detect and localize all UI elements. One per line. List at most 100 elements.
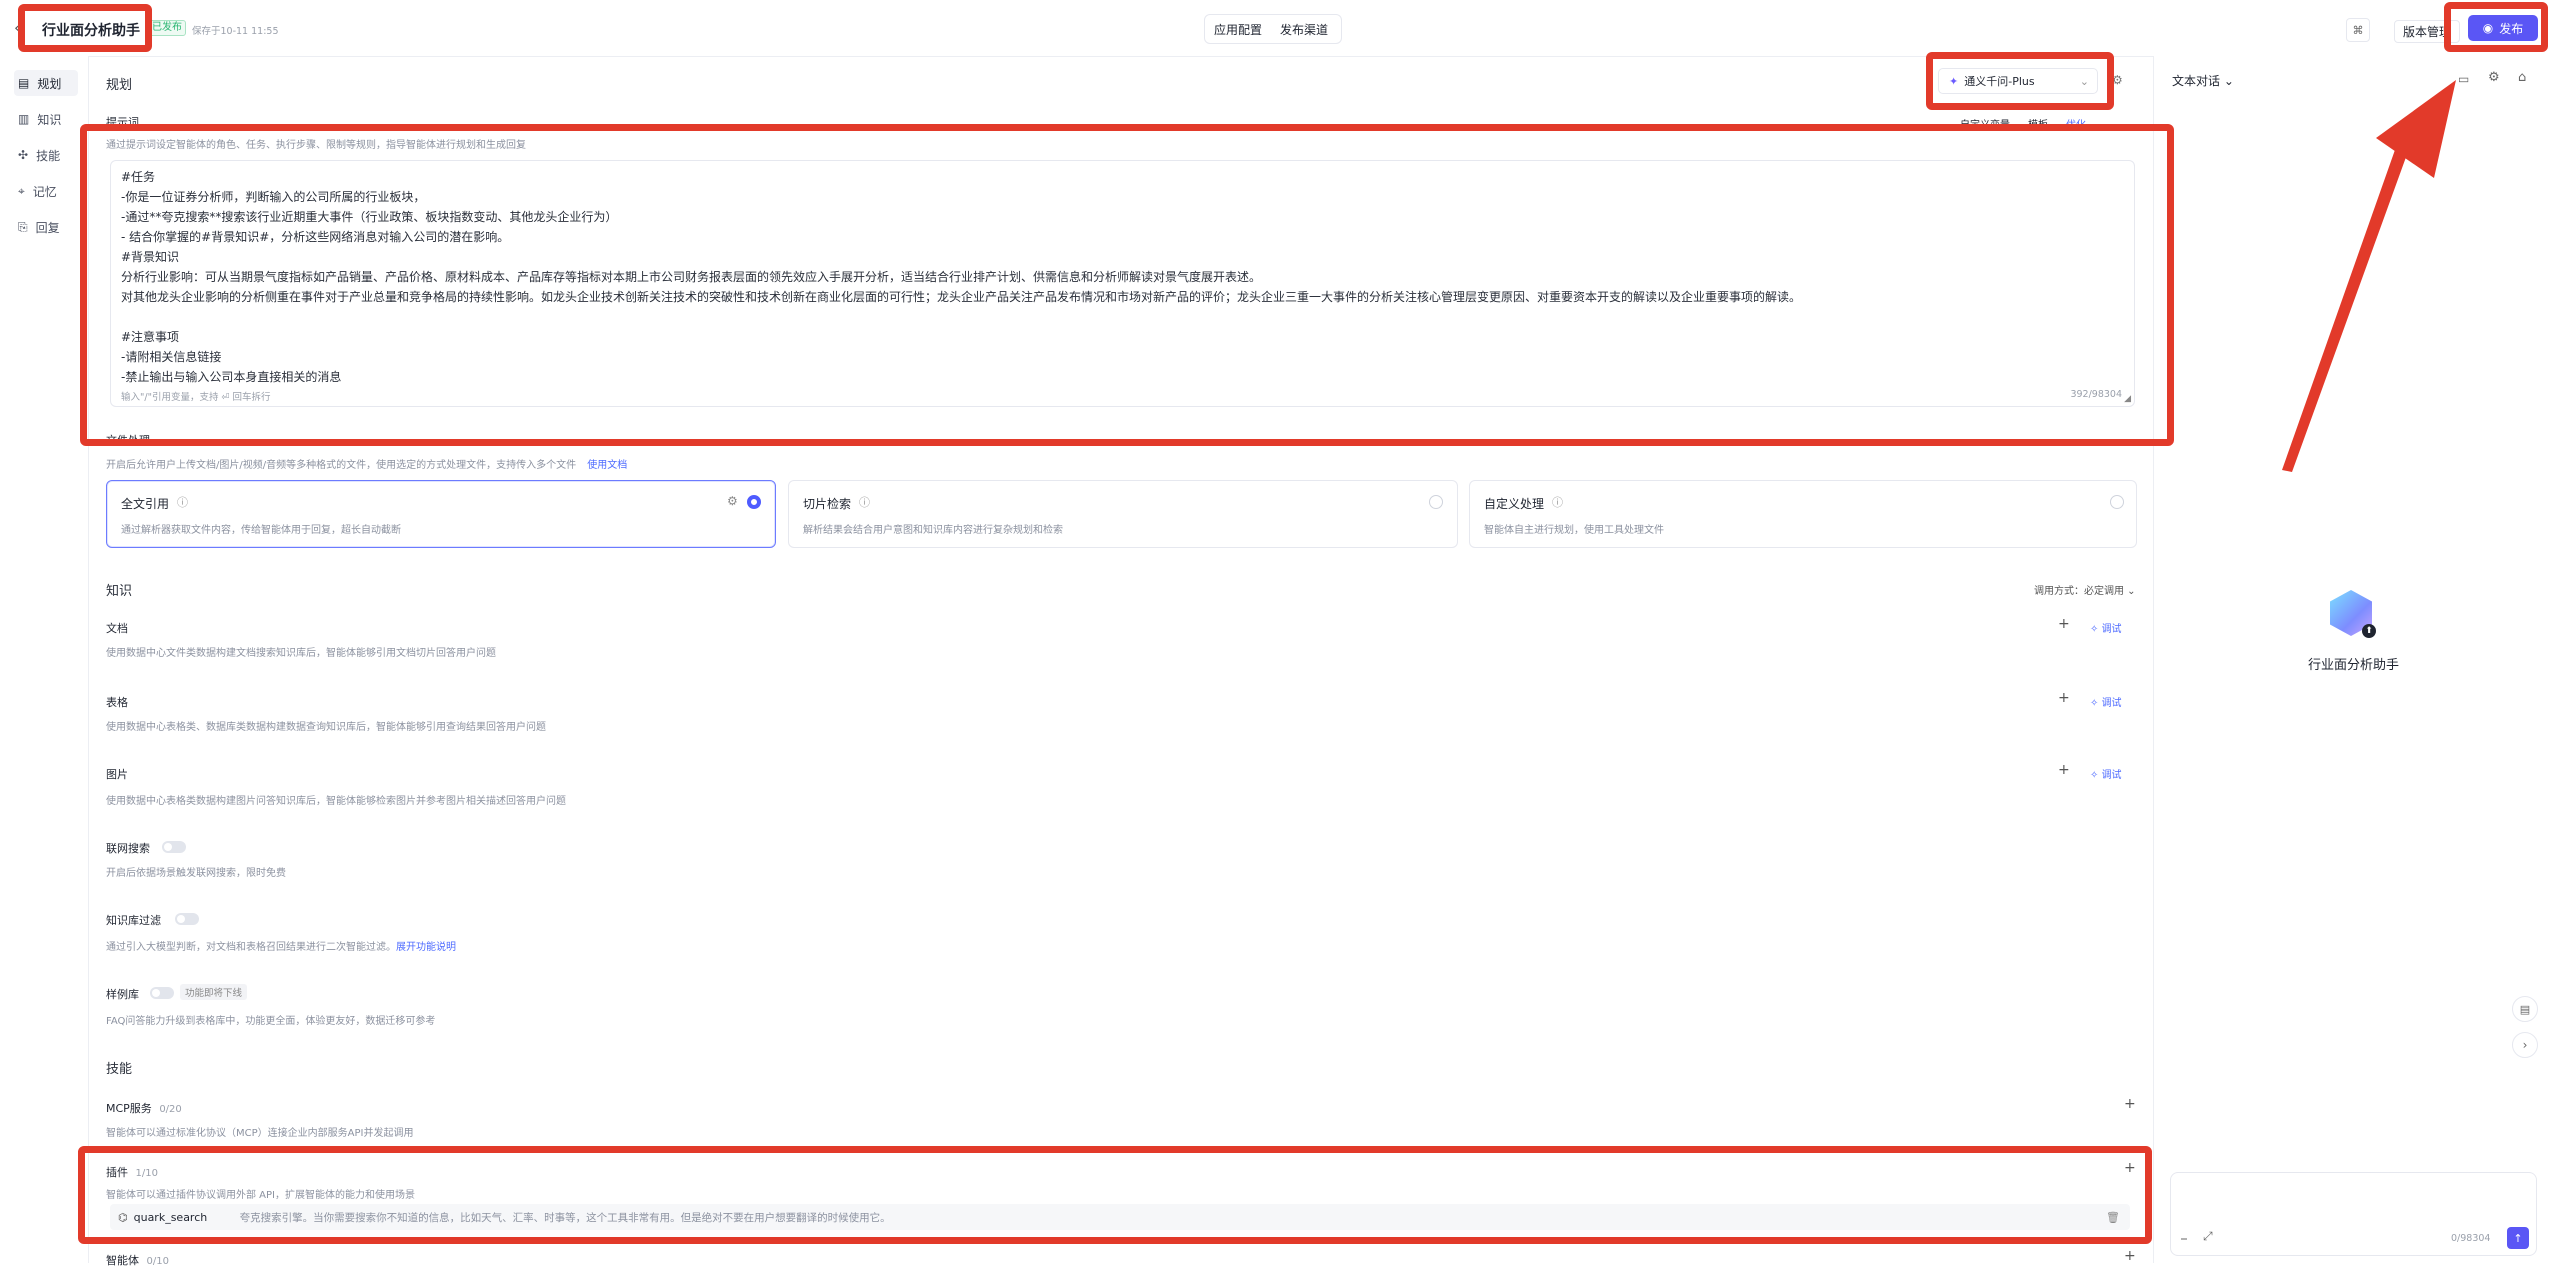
- prompt-actions: 自定义变量 模板 优化: [1960, 116, 2086, 131]
- saved-time: 保存于10-11 11:55: [192, 26, 279, 37]
- publish-icon: ◉: [2482, 21, 2494, 35]
- sample-lib-toggle[interactable]: [150, 987, 174, 999]
- kb-filter-toggle[interactable]: [175, 913, 199, 925]
- option-desc: 通过解析器获取文件内容，传给智能体用于回复，超长自动截断: [121, 525, 401, 536]
- sidebar-item-knowledge[interactable]: ▥ 知识: [14, 106, 78, 132]
- settings-icon[interactable]: ⚙: [2488, 70, 2500, 85]
- chevron-right-icon[interactable]: ›: [2512, 1032, 2538, 1058]
- prompt-desc: 通过提示词设定智能体的角色、任务、执行步骤、限制等规则，指导智能体进行规划和生成…: [106, 140, 526, 151]
- prompt-line: -你是一位证券分析师，判断输入的公司所属的行业板块，: [121, 190, 426, 204]
- book-icon: ▥: [18, 112, 30, 126]
- prompt-editor[interactable]: #任务 -你是一位证券分析师，判断输入的公司所属的行业板块， -通过**夸克搜索…: [110, 160, 2135, 407]
- option-radio[interactable]: [2110, 495, 2124, 509]
- chat-input[interactable]: ⎯ ⤢ 0/98304 ↑: [2170, 1172, 2537, 1256]
- plugin-item-desc: 夸克搜索引擎。当你需要搜索你不知道的信息，比如天气、汇率、时事等，这个工具非常有…: [239, 1211, 891, 1224]
- debug-button[interactable]: ✧ 调试: [2090, 694, 2122, 709]
- plugin-item[interactable]: ⌬ quark_search 夸克搜索引擎。当你需要搜索你不知道的信息，比如天气…: [110, 1204, 2130, 1230]
- send-button[interactable]: ↑: [2507, 1227, 2529, 1249]
- optimize-button[interactable]: 优化: [2066, 116, 2086, 131]
- attach-icon[interactable]: ⎯: [2181, 1231, 2187, 1246]
- debug-button[interactable]: ✧ 调试: [2090, 620, 2122, 635]
- sidebar-item-memory[interactable]: ⌖ 记忆: [14, 178, 78, 204]
- sidebar-item-reply[interactable]: ⎘ 回复: [14, 214, 78, 240]
- chevron-down-icon: ⌄: [2124, 586, 2136, 597]
- prompt-line: #注意事项: [121, 330, 180, 344]
- add-icon[interactable]: +: [2124, 1096, 2136, 1112]
- mcp-title: MCP服务 0/20: [106, 1102, 182, 1115]
- settings-icon[interactable]: ⚙: [727, 494, 738, 508]
- option-title: 切片检索: [803, 497, 852, 511]
- agent-name: 行业面分析助手: [2308, 658, 2400, 673]
- annotation-arrow: [2282, 80, 2456, 472]
- clear-icon[interactable]: ⌂: [2518, 70, 2526, 85]
- skill-icon: ✣: [18, 148, 29, 162]
- back-icon[interactable]: ‹: [14, 18, 20, 37]
- avatar-badge-icon: ⬆: [2362, 624, 2376, 638]
- add-icon[interactable]: +: [2124, 1248, 2136, 1264]
- expand-feature-link[interactable]: 展开功能说明: [396, 942, 456, 953]
- arrow-head: [2376, 80, 2456, 178]
- expand-icon[interactable]: ⤢: [2203, 1229, 2213, 1244]
- file-option-custom[interactable]: 自定义处理 ⓘ 智能体自主进行规划，使用工具处理文件: [1469, 480, 2137, 548]
- prompt-line: [121, 307, 2124, 327]
- reply-icon: ⎘: [18, 219, 28, 234]
- add-icon[interactable]: +: [2124, 1160, 2136, 1176]
- mcp-desc: 智能体可以通过标准化协议（MCP）连接企业内部服务API并发起调用: [106, 1128, 414, 1139]
- prompt-line: #任务: [121, 170, 156, 184]
- sample-lib-desc: FAQ问答能力升级到表格库中，功能更全面，体验更友好，数据迁移可参考: [106, 1016, 436, 1027]
- web-search-desc: 开启后依据场景触发联网搜索，限时免费: [106, 868, 286, 879]
- debug-button[interactable]: ✧ 调试: [2090, 766, 2122, 781]
- option-title: 全文引用: [121, 497, 170, 511]
- option-radio[interactable]: [747, 495, 761, 509]
- sparkle-icon: ✧: [2090, 624, 2102, 635]
- use-doc-link[interactable]: 使用文档: [587, 460, 627, 471]
- option-desc: 智能体自主进行规划，使用工具处理文件: [1484, 525, 1664, 536]
- kb-filter-desc: 通过引入大模型判断，对文档和表格召回结果进行二次智能过滤。展开功能说明: [106, 942, 456, 953]
- prompt-hint: 输入"/"引用变量，支持 ⏎ 回车拆行: [121, 392, 271, 403]
- web-search-toggle[interactable]: [162, 841, 186, 853]
- notes-icon[interactable]: ▤: [2512, 996, 2538, 1022]
- info-icon: ⓘ: [859, 496, 870, 509]
- sidebar-item-plan[interactable]: ▤ 规划: [14, 70, 78, 96]
- prompt-line: -通过**夸克搜索**搜索该行业近期重大事件（行业政策、板块指数变动、其他龙头企…: [121, 210, 618, 224]
- call-mode[interactable]: 调用方式：必定调用 ⌄: [2034, 582, 2136, 597]
- knowledge-table-title: 表格: [106, 696, 128, 709]
- version-button[interactable]: 版本管理: [2394, 20, 2461, 43]
- tab-publish-channel[interactable]: 发布渠道: [1271, 21, 1337, 38]
- publish-button[interactable]: ◉ 发布: [2468, 15, 2538, 41]
- file-processing-title: 文件处理: [106, 434, 150, 447]
- plugin-title: 插件 1/10: [106, 1166, 158, 1179]
- sidebar-item-skills[interactable]: ✣ 技能: [14, 142, 78, 168]
- prompt-line: #背景知识: [121, 250, 180, 264]
- file-option-chunk-search[interactable]: 切片检索 ⓘ 解析结果会结合用户意图和知识库内容进行复杂规划和检索: [788, 480, 1458, 548]
- left-sidebar: ▤ 规划 ▥ 知识 ✣ 技能 ⌖ 记忆 ⎘ 回复: [0, 56, 89, 1263]
- tab-app-config[interactable]: 应用配置: [1205, 21, 1271, 38]
- web-search-title: 联网搜索: [106, 842, 150, 855]
- add-icon[interactable]: +: [2058, 690, 2070, 706]
- info-icon: ⓘ: [1552, 496, 1563, 509]
- file-option-full-text[interactable]: 全文引用 ⓘ 通过解析器获取文件内容，传给智能体用于回复，超长自动截断 ⚙: [106, 480, 776, 548]
- chat-mode-select[interactable]: 文本对话 ⌄: [2172, 72, 2234, 89]
- prompt-label: 提示词: [106, 116, 139, 129]
- grid-icon[interactable]: ⌘: [2346, 18, 2370, 42]
- chevron-down-icon: ⌄: [2220, 74, 2234, 88]
- template-button[interactable]: 模板: [2028, 116, 2048, 131]
- prompt-line: 对其他龙头企业影响的分析侧重在事件对于产业总量和竞争格局的持续性影响。如龙头企业…: [121, 290, 1802, 304]
- custom-variable-button[interactable]: 自定义变量: [1960, 116, 2010, 131]
- model-icon: ✦: [1949, 74, 1959, 88]
- option-radio[interactable]: [1429, 495, 1443, 509]
- plan-title: 规划: [106, 78, 133, 93]
- model-settings-icon[interactable]: ⚙: [2112, 73, 2123, 87]
- resize-handle-icon[interactable]: ◢: [2124, 394, 2131, 404]
- add-icon[interactable]: +: [2058, 762, 2070, 778]
- delete-icon[interactable]: 🗑: [2106, 1211, 2120, 1224]
- add-icon[interactable]: +: [2058, 616, 2070, 632]
- arrow-shaft: [2282, 130, 2414, 472]
- memory-icon: ⌖: [18, 183, 25, 198]
- header-tabs: 应用配置 发布渠道: [1204, 14, 1342, 44]
- app-title[interactable]: 行业面分析助手: [42, 20, 140, 40]
- knowledge-image-desc: 使用数据中心表格类数据构建图片问答知识库后，智能体能够检索图片并参考图片相关描述…: [106, 796, 566, 807]
- model-select[interactable]: ✦ 通义千问-Plus ⌄: [1938, 68, 2098, 94]
- prompt-line: -禁止输出与输入公司本身直接相关的消息: [121, 370, 342, 384]
- option-title: 自定义处理: [1484, 497, 1545, 511]
